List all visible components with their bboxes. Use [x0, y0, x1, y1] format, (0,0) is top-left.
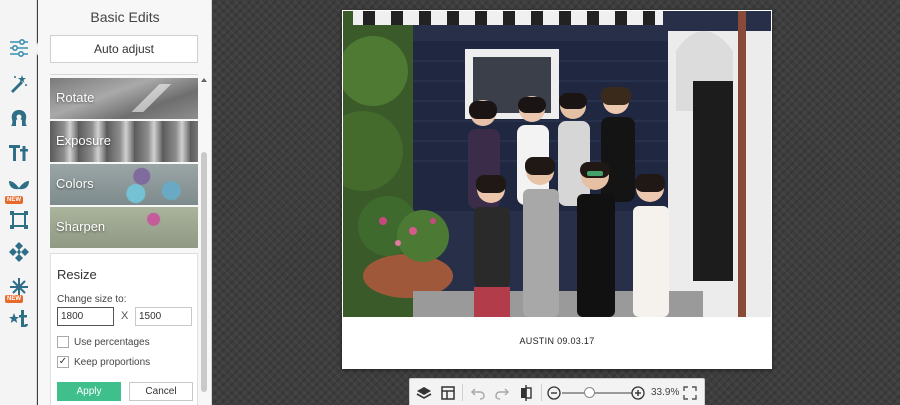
effects-icon[interactable] — [4, 69, 33, 97]
scroll-up-arrow-icon[interactable] — [201, 78, 207, 82]
frames-icon[interactable] — [4, 206, 33, 234]
zoom-slider-track[interactable] — [562, 392, 632, 394]
keep-proportions-checkbox[interactable]: ✓ — [57, 356, 69, 368]
sharpen-tool[interactable]: Sharpen — [50, 207, 198, 248]
cancel-button[interactable]: Cancel — [129, 382, 193, 401]
touch-up-icon[interactable] — [4, 104, 33, 132]
scroll-thumb[interactable] — [201, 152, 207, 392]
width-input[interactable] — [57, 307, 114, 326]
toolbar-divider — [541, 384, 542, 401]
exposure-label: Exposure — [56, 133, 111, 148]
use-percentages-label: Use percentages — [74, 336, 150, 348]
canvas-toolbar: 33.9% — [409, 378, 705, 405]
overlays-icon[interactable]: NEW — [4, 174, 33, 204]
colors-label: Colors — [56, 176, 94, 191]
rotate-label: Rotate — [56, 90, 95, 105]
fullscreen-icon[interactable] — [680, 383, 700, 403]
height-input[interactable] — [135, 307, 192, 326]
zoom-slider-thumb[interactable] — [584, 387, 595, 398]
sharpen-label: Sharpen — [56, 219, 106, 234]
photo-caption: AUSTIN 09.03.17 — [519, 336, 595, 346]
exposure-tool[interactable]: Exposure — [50, 121, 198, 162]
tool-tiles: Rotate Exposure Colors Sharpen — [50, 78, 198, 250]
resize-title: Resize — [57, 267, 97, 282]
zoom-in-icon[interactable] — [628, 383, 648, 403]
textures-icon[interactable] — [4, 238, 33, 266]
zoom-percent: 33.9% — [651, 387, 680, 398]
dimension-separator: X — [121, 310, 129, 322]
compare-icon[interactable] — [516, 383, 536, 403]
change-size-label: Change size to: — [57, 294, 127, 305]
collage-layout-icon[interactable] — [438, 383, 458, 403]
colors-tool[interactable]: Colors — [50, 164, 198, 205]
rotate-tool[interactable]: Rotate — [50, 78, 198, 119]
new-badge: NEW — [5, 196, 23, 204]
basic-edits-icon[interactable] — [4, 34, 33, 62]
toolbar-divider — [462, 384, 463, 401]
redo-icon[interactable] — [492, 383, 512, 403]
resize-section: Resize Change size to: X Use percentages… — [50, 253, 198, 405]
use-percentages-row[interactable]: Use percentages — [57, 336, 150, 348]
layers-icon[interactable] — [414, 383, 434, 403]
text-icon[interactable] — [4, 139, 33, 167]
basic-edits-panel: Basic Edits Auto adjust Rotate Exposure … — [38, 0, 212, 405]
auto-adjust-button[interactable]: Auto adjust — [50, 35, 198, 63]
new-badge: NEW — [5, 295, 23, 303]
seasonal-icon[interactable]: NEW — [4, 273, 33, 303]
keep-proportions-label: Keep proportions — [74, 356, 151, 368]
keep-proportions-row[interactable]: ✓ Keep proportions — [57, 356, 150, 368]
undo-icon[interactable] — [468, 383, 488, 403]
use-percentages-checkbox[interactable] — [57, 336, 69, 348]
panel-scrollbar[interactable] — [201, 78, 207, 396]
apply-button[interactable]: Apply — [57, 382, 121, 401]
themes-icon[interactable] — [4, 305, 33, 333]
panel-title: Basic Edits — [90, 9, 160, 25]
photo-card: AUSTIN 09.03.17 — [342, 10, 772, 369]
tool-rail: NEW NEW — [0, 0, 37, 405]
edited-photo[interactable] — [343, 11, 771, 317]
divider — [50, 74, 198, 75]
zoom-out-icon[interactable] — [544, 383, 564, 403]
